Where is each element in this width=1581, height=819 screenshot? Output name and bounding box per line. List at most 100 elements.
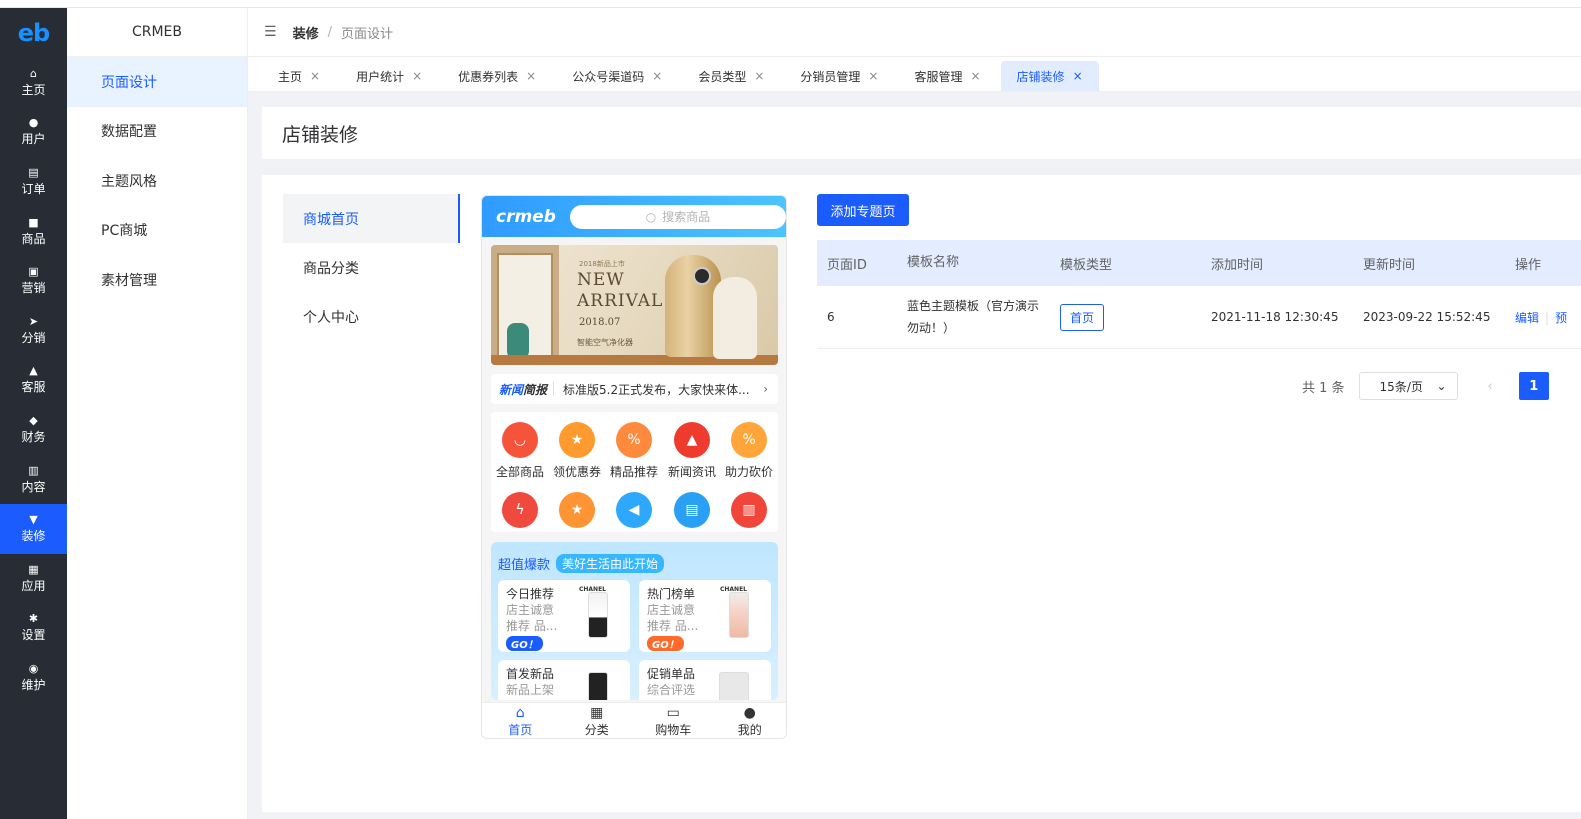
page-type-category[interactable]: 商品分类: [283, 243, 460, 292]
category-news: ▲ 新闻资讯: [663, 422, 721, 480]
tab-coupon-list[interactable]: 优惠券列表 ×: [442, 61, 552, 91]
close-icon[interactable]: ×: [868, 69, 878, 83]
news-label: 新闻简报: [499, 382, 548, 397]
rail-item-goods[interactable]: ■ 商品: [0, 207, 67, 257]
close-icon[interactable]: ×: [970, 69, 980, 83]
shoe-icon: ▲: [674, 422, 710, 458]
wallet-icon: ◆: [29, 413, 38, 427]
promo-card-today: 今日推荐 店主诚意 推荐 品... GO！ CHANEL: [498, 580, 630, 652]
close-icon[interactable]: ×: [1073, 69, 1083, 83]
add-topic-page-button[interactable]: 添加专题页: [817, 194, 909, 226]
tab-home[interactable]: 主页 ×: [262, 61, 336, 91]
column-header-actions: 操作: [1515, 257, 1542, 273]
preview-link[interactable]: 预: [1555, 311, 1567, 325]
phone-search: ○ 搜索商品: [569, 204, 786, 229]
megaphone-icon: ◀: [616, 492, 652, 528]
banner-vase: [507, 323, 529, 359]
page-type-profile[interactable]: 个人中心: [283, 292, 460, 341]
chevron-down-icon: ⌄: [1436, 379, 1447, 393]
bell-icon: ▲: [29, 364, 38, 378]
rail-item-maintain[interactable]: ◉ 维护: [0, 653, 67, 703]
category-coupons: ★ 领优惠券: [548, 422, 606, 480]
menu-fold-icon[interactable]: ☰: [264, 24, 277, 40]
news-divider: [553, 382, 555, 396]
rail-item-service[interactable]: ▲ 客服: [0, 356, 67, 406]
go-badge: GO！: [647, 636, 684, 651]
top-bar: [0, 0, 1581, 8]
rail-item-marketing[interactable]: ▣ 营销: [0, 256, 67, 306]
primary-sidebar: eb ⌂ 主页 ● 用户 ▤ 订单 ■ 商品 ▣ 营销 ➤ 分销 ▲ 客服 ◆ 财务 ▥ 内容 ▼…: [0, 8, 67, 819]
close-icon[interactable]: ×: [412, 69, 422, 83]
tab-store-decoration[interactable]: 店铺装修 ×: [1000, 61, 1099, 91]
search-icon: ○: [645, 209, 657, 224]
breadcrumb-decoration[interactable]: 装修: [293, 23, 319, 42]
close-icon[interactable]: ×: [310, 69, 320, 83]
pagination-total: 共 1 条: [1302, 380, 1345, 396]
submenu-item-pc-mall[interactable]: PC商城: [67, 206, 247, 256]
column-header-added: 添加时间: [1211, 257, 1264, 273]
secondary-sidebar: CRMEB 页面设计 数据配置 主题风格 PC商城 素材管理: [67, 8, 248, 819]
coupon-icon: ★: [559, 422, 595, 458]
category-grid: ◡ 全部商品 ★ 领优惠券 % 精品推荐 ▲ 新闻资讯 % 助力砍价 ϟ ★ ◀ ▤ ▥: [491, 412, 778, 532]
category-item-6: ϟ: [491, 492, 549, 533]
app-logo[interactable]: eb: [0, 8, 67, 58]
header: ☰ 装修 / 页面设计: [248, 8, 1581, 57]
page-type-home[interactable]: 商城首页: [283, 194, 460, 243]
rail-item-decoration[interactable]: ▼ 装修: [0, 504, 67, 554]
rail-item-order[interactable]: ▤ 订单: [0, 157, 67, 207]
tab-channel-code[interactable]: 公众号渠道码 ×: [556, 61, 678, 91]
maintain-icon: ◉: [28, 661, 39, 675]
discount-tag-icon: %: [731, 422, 767, 458]
rail-item-finance[interactable]: ◆ 财务: [0, 405, 67, 455]
banner-date: 2018.07: [579, 317, 621, 328]
category-item-7: ★: [548, 492, 606, 533]
rail-item-user[interactable]: ● 用户: [0, 108, 67, 158]
promo-title: 超值爆款 美好生活由此开始: [498, 554, 665, 573]
pagination: 共 1 条 15条/页 ⌄ ‹ 1: [1302, 372, 1549, 400]
promo-card-sale: 促销单品 综合评选: [639, 660, 771, 700]
rail-item-distribution[interactable]: ➤ 分销: [0, 306, 67, 356]
page-size-select[interactable]: 15条/页 ⌄: [1358, 372, 1458, 400]
marketing-icon: ▣: [28, 265, 39, 279]
close-icon[interactable]: ×: [652, 69, 662, 83]
rail-item-home[interactable]: ⌂ 主页: [0, 58, 67, 108]
gift-bag-icon: ◡: [502, 422, 538, 458]
close-icon[interactable]: ×: [754, 69, 764, 83]
brand-name: CRMEB: [67, 8, 247, 57]
rail-item-apps[interactable]: ▦ 应用: [0, 554, 67, 604]
promo-card-hot: 热门榜单 店主诚意 推荐 品... GO！ CHANEL: [639, 580, 771, 652]
tab-customer-service[interactable]: 客服管理 ×: [898, 61, 996, 91]
phone-logo: crmeb: [496, 206, 556, 227]
tab-bar: 主页 × 用户统计 × 优惠券列表 × 公众号渠道码 × 会员类型 × 分销员管理 × 客服…: [248, 57, 1581, 92]
tab-distributor[interactable]: 分销员管理 ×: [784, 61, 894, 91]
submenu-item-materials[interactable]: 素材管理: [67, 255, 247, 305]
prev-page-button[interactable]: ‹: [1488, 379, 1493, 394]
go-badge: GO！: [506, 636, 543, 651]
promo-tag: 美好生活由此开始: [556, 554, 665, 573]
table-row: 6 蓝色主题模板（官方演示勿动！） 首页 2021-11-18 12:30:45…: [817, 286, 1581, 349]
rail-item-settings[interactable]: ✱ 设置: [0, 604, 67, 654]
table-header: 页面ID 模板名称 模板类型 添加时间 更新时间 操作: [817, 240, 1581, 286]
cell-added: 2021-11-18 12:30:45: [1211, 310, 1339, 324]
submenu-item-page-design[interactable]: 页面设计: [67, 57, 247, 107]
column-header-name: 模板名称: [907, 255, 960, 270]
promo-section: 超值爆款 美好生活由此开始 今日推荐 店主诚意 推荐 品... GO！ CHANE…: [491, 542, 778, 700]
rail-item-content[interactable]: ▥ 内容: [0, 455, 67, 505]
order-icon: ▤: [28, 165, 39, 179]
submenu-item-theme[interactable]: 主题风格: [67, 156, 247, 206]
type-tag: 首页: [1060, 303, 1105, 331]
tab-member-type[interactable]: 会员类型 ×: [682, 61, 780, 91]
apps-icon: ▦: [28, 562, 39, 576]
product-image: [719, 672, 749, 700]
tab-user-stats[interactable]: 用户统计 ×: [340, 61, 438, 91]
shop-icon: ★: [559, 492, 595, 528]
cart-icon: ▭: [666, 704, 680, 721]
edit-link[interactable]: 编辑: [1515, 311, 1539, 325]
page-number-current[interactable]: 1: [1518, 372, 1549, 400]
column-header-updated: 更新时间: [1363, 257, 1416, 273]
submenu-item-data-config[interactable]: 数据配置: [67, 107, 247, 157]
product-image: [729, 592, 749, 638]
category-icon: ▦: [590, 704, 604, 721]
banner-dog: [713, 277, 757, 359]
close-icon[interactable]: ×: [526, 69, 536, 83]
